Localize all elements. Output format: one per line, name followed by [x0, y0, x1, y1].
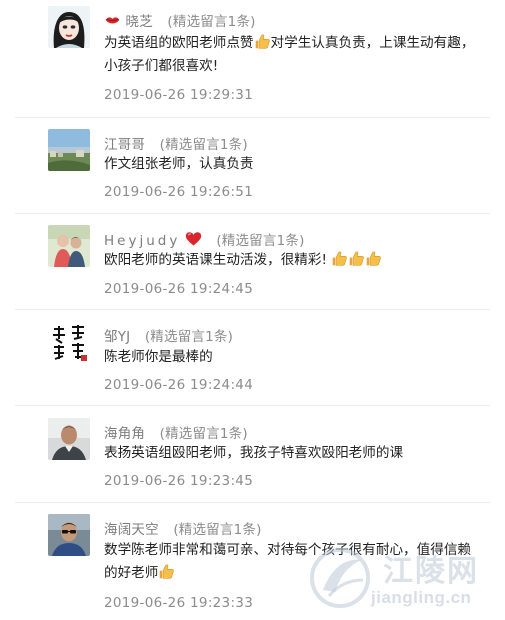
comment-text: 欧阳老师的英语课生动活泼，很精彩!: [104, 249, 484, 272]
comment-nickname[interactable]: 邹YJ: [104, 329, 130, 345]
thumbs-up-emoji: [158, 563, 175, 580]
comment-meta: 海角角 (精选留言1条): [104, 422, 248, 442]
site-watermark: 江陵网 jiangling.cn: [305, 540, 505, 620]
man-sunglasses-avatar[interactable]: [48, 514, 90, 556]
couple-photo-avatar[interactable]: [48, 225, 90, 267]
thumbs-up-emoji: [348, 250, 365, 267]
comment-text: 为英语组的欧阳老师点赞 对学生认真负责，上课生动有趣，小孩子们都很喜欢!: [104, 33, 475, 74]
cartoon-woman-avatar[interactable]: [48, 6, 90, 48]
comment-time: 2019-06-26 19:24:45: [104, 281, 254, 297]
divider: [15, 502, 490, 503]
comment-text: 陈老师你是最棒的: [104, 349, 213, 365]
comment-text: 表扬英语组殴阳老师，我孩子特喜欢殴阳老师的课: [104, 445, 404, 461]
comment-nickname[interactable]: 海阔天空: [104, 522, 159, 538]
comment-meta: 邹YJ (精选留言1条): [104, 325, 233, 345]
divider: [15, 213, 490, 214]
featured-tag: (精选留言1条): [159, 137, 248, 153]
featured-tag: (精选留言1条): [173, 522, 262, 538]
featured-tag: (精选留言1条): [144, 329, 234, 345]
divider: [15, 405, 490, 406]
comment-nickname[interactable]: 江哥哥: [104, 137, 145, 153]
jiangling-logo-icon: [305, 540, 375, 610]
comment-time: 2019-06-26 19:24:44: [104, 377, 254, 393]
landscape-photo-avatar[interactable]: [48, 129, 90, 171]
comment-time: 2019-06-26 19:23:45: [104, 473, 254, 489]
heart-emoji: [185, 231, 202, 248]
lips-emoji: [104, 12, 121, 29]
calligraphy-avatar[interactable]: [48, 321, 90, 363]
featured-tag: (精选留言1条): [159, 426, 248, 442]
comment-text: 作文组张老师，认真负责: [104, 156, 254, 172]
comment-nickname[interactable]: 晓芝: [126, 14, 153, 30]
featured-tag: (精选留言1条): [216, 233, 305, 249]
watermark-url: jiangling.cn: [371, 588, 472, 607]
comment-nickname[interactable]: 海角角: [104, 426, 145, 442]
divider: [15, 117, 490, 118]
comment-nickname[interactable]: Heyjudy: [104, 233, 180, 249]
thumbs-up-emoji: [331, 250, 348, 267]
man-portrait-avatar[interactable]: [48, 418, 90, 460]
comment-meta: Heyjudy (精选留言1条): [104, 229, 305, 249]
divider: [15, 309, 490, 310]
comment-time: 2019-06-26 19:23:33: [104, 595, 254, 611]
comment-meta: 晓芝 (精选留言1条): [104, 10, 256, 30]
comment-text-content: 欧阳老师的英语课生动活泼，很精彩!: [104, 252, 327, 268]
comment-meta: 江哥哥 (精选留言1条): [104, 133, 248, 153]
comment-time: 2019-06-26 19:29:31: [104, 87, 254, 103]
watermark-title: 江陵网: [383, 554, 479, 589]
comment-meta: 海阔天空 (精选留言1条): [104, 518, 262, 538]
thumbs-up-emoji: [365, 250, 382, 267]
thumbs-up-emoji: [254, 33, 271, 50]
comment-time: 2019-06-26 19:26:51: [104, 184, 254, 200]
featured-tag: (精选留言1条): [167, 14, 256, 30]
